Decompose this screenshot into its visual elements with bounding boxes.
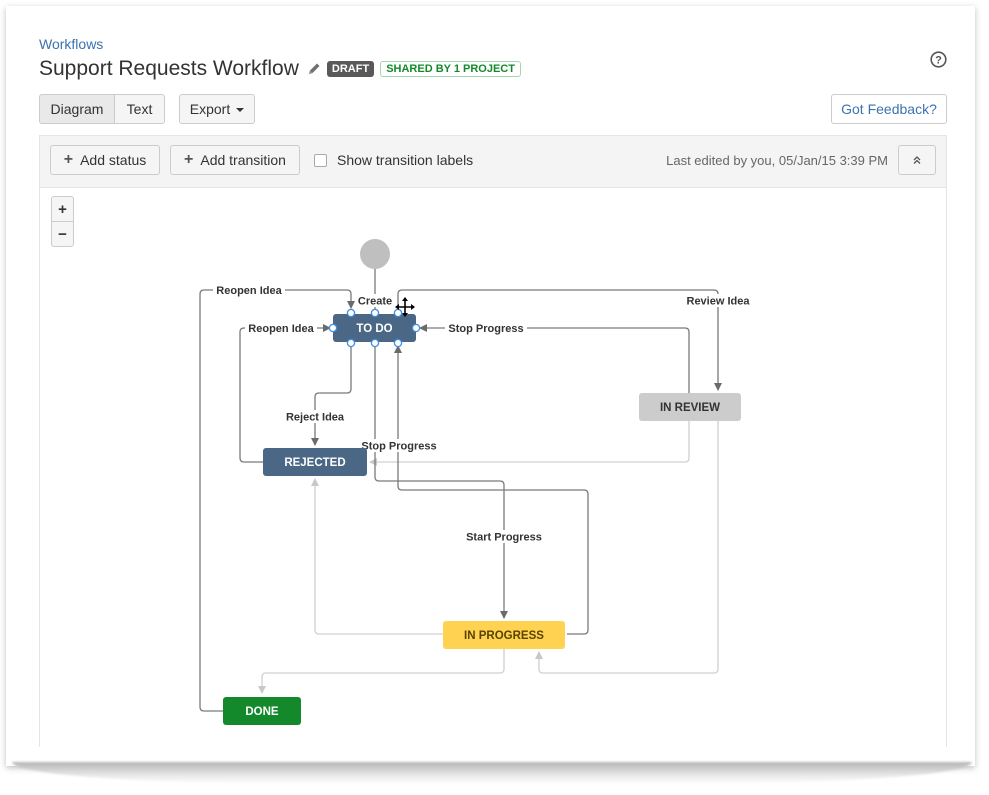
transition-reject-idea[interactable] — [311, 343, 352, 446]
transition-label-stop-progress-review[interactable]: Stop Progress — [448, 323, 523, 335]
transition-inprogress-to-done[interactable] — [258, 648, 505, 694]
transition-review-idea[interactable] — [397, 289, 722, 391]
transition-stop-progress-from-review[interactable] — [419, 324, 690, 393]
transition-inprogress-to-rejected[interactable] — [311, 478, 443, 635]
status-in-progress[interactable]: IN PROGRESS — [443, 621, 565, 649]
transition-start-progress[interactable] — [374, 343, 508, 619]
transition-label-reopen-idea-rejected[interactable]: Reopen Idea — [248, 323, 314, 335]
status-done[interactable]: DONE — [223, 697, 301, 725]
status-rejected[interactable]: REJECTED — [263, 448, 367, 476]
status-label-in-progress: IN PROGRESS — [464, 630, 544, 642]
transition-reopen-idea-from-done[interactable] — [199, 289, 355, 712]
transition-label-start-progress[interactable]: Start Progress — [466, 532, 542, 544]
status-label-todo: TO DO — [356, 323, 392, 335]
transition-label-review-idea[interactable]: Review Idea — [687, 296, 751, 308]
status-label-in-review: IN REVIEW — [660, 402, 720, 414]
status-in-review[interactable]: IN REVIEW — [639, 393, 741, 421]
workflow-diagram[interactable]: Create Reopen Idea Reopen Idea Review Id… — [0, 0, 989, 795]
transition-label-create[interactable]: Create — [358, 296, 392, 308]
transition-stop-progress-from-inprogress[interactable] — [394, 345, 589, 635]
status-label-rejected: REJECTED — [284, 457, 345, 469]
status-label-done: DONE — [245, 706, 279, 718]
initial-state-node[interactable] — [360, 239, 390, 269]
transition-label-reopen-idea-done[interactable]: Reopen Idea — [216, 285, 282, 297]
transition-label-stop-progress-inprogress[interactable]: Stop Progress — [361, 441, 436, 453]
transition-label-reject-idea[interactable]: Reject Idea — [286, 412, 345, 424]
transition-inreview-to-inprogress[interactable] — [535, 420, 719, 674]
transition-reopen-idea-from-rejected[interactable] — [239, 324, 331, 463]
